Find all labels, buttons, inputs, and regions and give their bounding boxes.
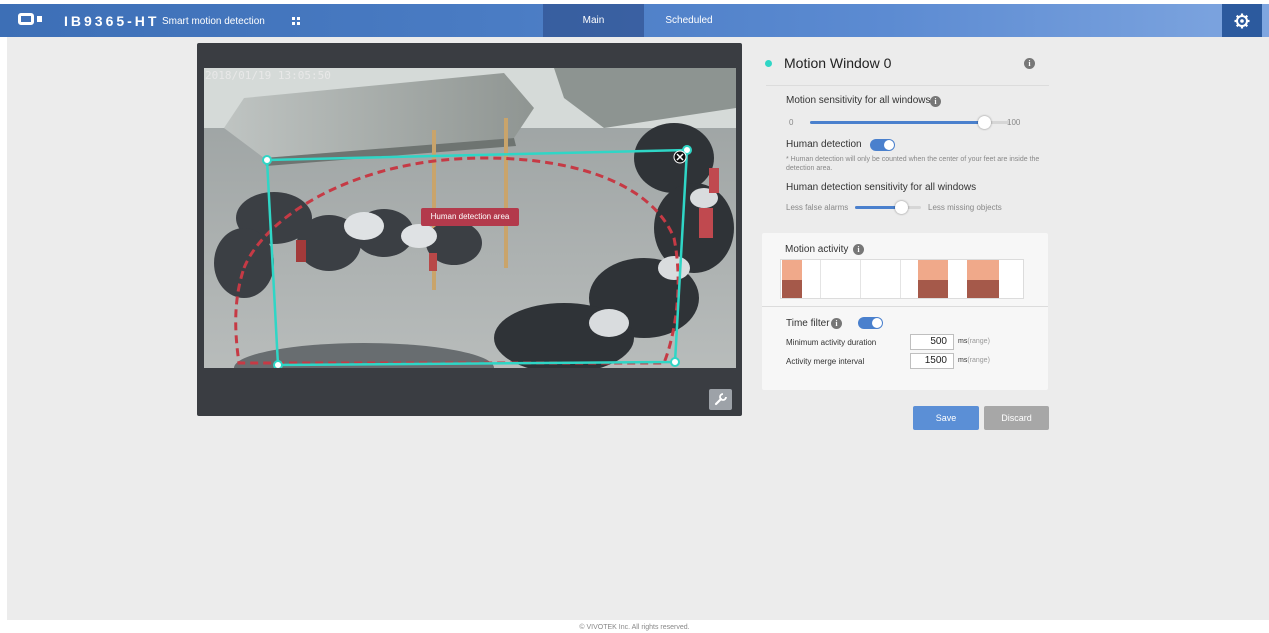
merge-interval-input[interactable]: 1500	[910, 353, 954, 369]
info-icon[interactable]: i	[831, 318, 842, 329]
settings-gear-icon	[1234, 13, 1250, 29]
human-detection-label: Human detection	[786, 139, 862, 150]
sensitivity-slider-thumb[interactable]	[978, 116, 991, 129]
divider	[762, 306, 1048, 307]
merge-interval-unit: ms(range)	[958, 357, 990, 364]
tab-scheduled[interactable]: Scheduled	[644, 4, 734, 37]
sensitivity-min-label: 0	[789, 118, 794, 127]
tab-main[interactable]: Main	[543, 4, 644, 37]
window-color-dot	[765, 60, 772, 67]
settings-button[interactable]	[1222, 4, 1262, 37]
activity-bar	[782, 280, 802, 298]
activity-bar	[918, 280, 948, 298]
activity-bar	[782, 260, 802, 280]
time-filter-toggle[interactable]	[858, 317, 883, 329]
sensitivity-max-label: 100	[1007, 118, 1021, 127]
min-duration-input[interactable]: 500	[910, 334, 954, 350]
divider	[766, 85, 1049, 86]
discard-button[interactable]: Discard	[984, 406, 1049, 430]
motion-activity-chart	[780, 259, 1024, 299]
motion-activity-label: Motion activity	[785, 244, 849, 255]
motion-sensitivity-label: Motion sensitivity for all windows	[786, 95, 931, 106]
footer-copyright: © VIVOTEK Inc. All rights reserved.	[579, 624, 690, 631]
activity-card	[762, 233, 1048, 390]
min-duration-label: Minimum activity duration	[786, 338, 877, 347]
human-sensitivity-label: Human detection sensitivity for all wind…	[786, 182, 977, 193]
less-missing-objects-label: Less missing objects	[928, 203, 1002, 212]
merge-interval-label: Activity merge interval	[786, 357, 865, 366]
wrench-icon	[714, 393, 727, 406]
human-detection-note: * Human detection will only be counted w…	[786, 156, 1040, 172]
info-icon[interactable]: i	[930, 96, 941, 107]
time-filter-label: Time filter	[786, 318, 830, 329]
human-detection-area-label: Human detection area	[421, 208, 519, 226]
vivotek-logo-mark	[37, 16, 42, 22]
human-sensitivity-slider-thumb[interactable]	[895, 201, 908, 214]
info-icon[interactable]: i	[1024, 58, 1035, 69]
min-duration-unit: ms(range)	[958, 338, 990, 345]
less-false-alarms-label: Less false alarms	[786, 203, 849, 212]
activity-bar	[967, 280, 999, 298]
video-tools-button[interactable]	[709, 389, 732, 410]
info-icon[interactable]: i	[853, 244, 864, 255]
vivotek-logo-icon[interactable]	[18, 13, 34, 25]
motion-window-title: Motion Window 0	[784, 55, 892, 71]
camera-model: IB9365-HT	[64, 13, 160, 29]
page-section-title: Smart motion detection	[162, 16, 265, 27]
activity-bar	[918, 260, 948, 280]
human-detection-toggle[interactable]	[870, 139, 895, 151]
save-button[interactable]: Save	[913, 406, 979, 430]
sensitivity-fill	[810, 121, 985, 124]
activity-bar	[967, 260, 999, 280]
video-timestamp: 2018/01/19 13:05:50	[205, 69, 331, 82]
grid-menu-icon[interactable]	[292, 17, 300, 25]
